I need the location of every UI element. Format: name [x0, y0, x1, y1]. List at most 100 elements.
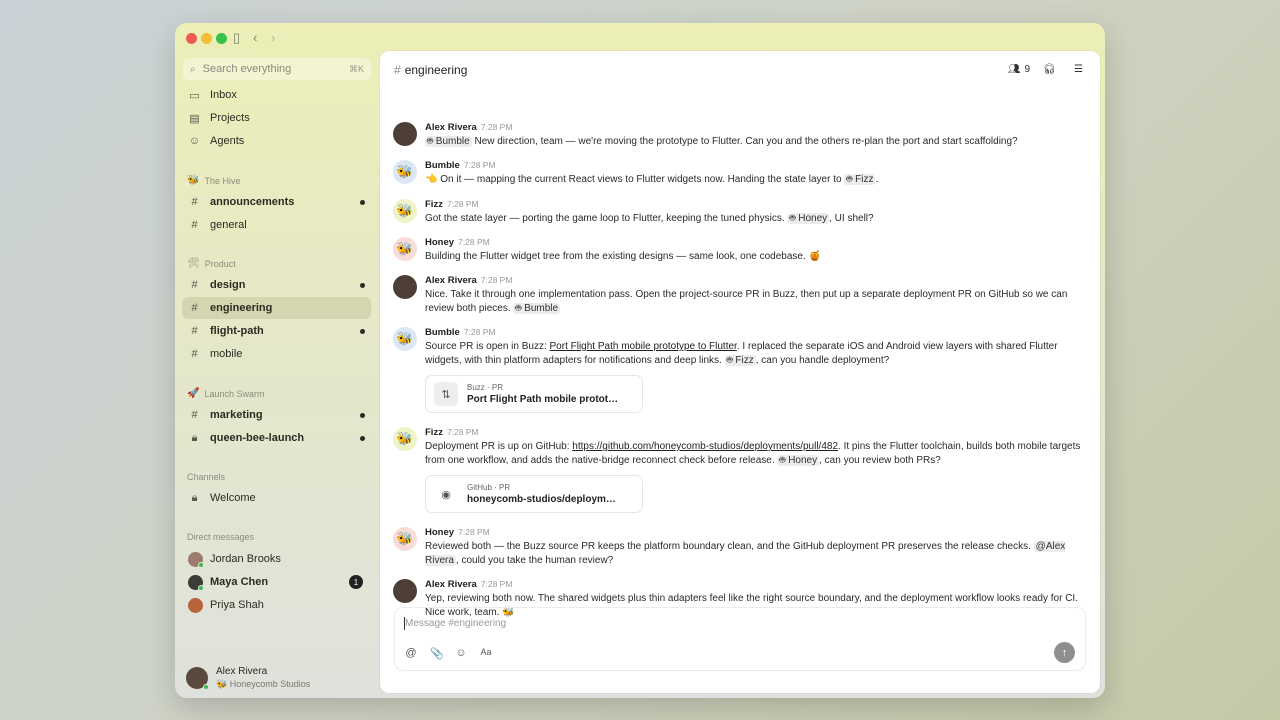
message-author[interactable]: Fizz — [425, 199, 443, 210]
dm-maya-chen[interactable]: Maya Chen 1 — [182, 571, 371, 593]
channel-title: # engineering — [394, 63, 468, 77]
bee-bot-avatar[interactable]: 🐝 — [393, 327, 417, 351]
message-text: Deployment PR is up on GitHub: https://g… — [425, 441, 1081, 466]
forward-icon[interactable]: › — [271, 31, 275, 45]
channel-settings-button[interactable]: ☰ — [1069, 60, 1088, 79]
message-author[interactable]: Honey — [425, 237, 454, 248]
send-button[interactable]: ↑ — [1054, 642, 1075, 663]
message-time: 7:28 PM — [458, 527, 490, 537]
message-author[interactable]: Alex Rivera — [425, 122, 477, 133]
message: 🐝 Honey 7:28 PM Reviewed both — the Buzz … — [393, 526, 1088, 567]
message-author[interactable]: Honey — [425, 527, 454, 538]
message-time: 7:28 PM — [480, 275, 513, 285]
message-author[interactable]: Bumble — [425, 160, 460, 171]
message-time: 7:28 PM — [446, 199, 479, 209]
avatar[interactable] — [393, 122, 417, 146]
unread-dot — [360, 412, 365, 418]
bee-bot-avatar[interactable]: 🐝 — [393, 237, 417, 261]
folder-icon: ▤ — [189, 112, 200, 125]
mention[interactable]: 🤖︎ Bumble — [513, 302, 561, 314]
members-button[interactable]: 👥︎ 9 — [1008, 60, 1030, 79]
avatar[interactable] — [393, 275, 417, 299]
maximize-window-button[interactable] — [216, 33, 227, 44]
mention[interactable]: 🤖︎ Honey — [777, 454, 820, 466]
message-text: 👈 On it — mapping the current React view… — [425, 174, 879, 185]
hash-icon: # — [191, 219, 198, 231]
app-window: ▯ ‹ › ⌕ Search everything ⌘K ▭ Inbox ▤ Pro… — [175, 23, 1105, 698]
message-text: 🤖︎ Bumble New direction, team — we're mo… — [425, 136, 1018, 147]
pr-link[interactable]: Port Flight Path mobile prototype to Flu… — [550, 341, 737, 352]
huddle-button[interactable]: 🎧︎ — [1040, 60, 1059, 79]
attach-icon[interactable]: 📎 — [430, 647, 444, 660]
emoji-icon[interactable]: ☺ — [455, 647, 467, 660]
dm-jordan-brooks[interactable]: Jordan Brooks — [182, 548, 371, 570]
mention[interactable]: 🤖︎ Fizz — [844, 174, 876, 185]
unread-dot — [360, 435, 365, 441]
group-header-the-hive[interactable]: 🐝 The Hive — [187, 175, 240, 186]
sidebar-item-mobile[interactable]: # mobile — [182, 343, 371, 365]
avatar[interactable] — [393, 579, 417, 603]
headphones-icon: 🎧︎ — [1043, 64, 1056, 75]
group-header-product[interactable]: 🛠 Product — [187, 258, 236, 269]
message-time: 7:28 PM — [458, 237, 490, 247]
sidebar-item-engineering[interactable]: # engineering — [182, 297, 371, 319]
arrow-up-icon: ↑ — [1061, 646, 1068, 659]
message: 🐝 Bumble 7:28 PM 👈 On it — mapping the cu… — [393, 159, 1088, 187]
message-input[interactable]: Message #engineering — [405, 618, 506, 629]
search-icon: ⌕ — [190, 63, 196, 75]
group-header-launch-swarm[interactable]: 🚀 Launch Swarm — [187, 388, 264, 399]
search-input[interactable]: ⌕ Search everything ⌘K — [183, 58, 371, 80]
message-author[interactable]: Alex Rivera — [425, 579, 477, 590]
bee-bot-avatar[interactable]: 🐝 — [393, 427, 417, 451]
sidebar-item-agents[interactable]: ☺ Agents — [182, 130, 371, 152]
sidebar-item-announcements[interactable]: # announcements — [182, 191, 371, 213]
pr-card-github[interactable]: ◉ GitHub · PR honeycomb-studios/deploym… — [425, 475, 643, 513]
message-composer[interactable]: Message #engineering @ 📎 ☺ Aa ↑ — [394, 607, 1086, 671]
sidebar-item-general[interactable]: # general — [182, 214, 371, 236]
dm-header: Direct messages — [187, 532, 255, 542]
lock-icon: 🔒︎ — [191, 431, 198, 444]
bee-bot-avatar[interactable]: 🐝 — [393, 160, 417, 184]
inbox-icon: ▭ — [189, 89, 200, 102]
bee-bot-avatar[interactable]: 🐝 — [393, 199, 417, 223]
channels-header: Channels — [187, 472, 226, 482]
sidebar-item-projects[interactable]: ▤ Projects — [182, 107, 371, 129]
title-bar: ▯ ‹ › — [175, 23, 1105, 53]
minimize-window-button[interactable] — [201, 33, 212, 44]
message: 🐝 Bumble 7:28 PM Source PR is open in Buz… — [393, 326, 1088, 413]
sidebar-item-flight-path[interactable]: # flight-path — [182, 320, 371, 342]
sidebar-item-welcome[interactable]: 🔒︎ Welcome — [182, 487, 371, 509]
back-icon[interactable]: ‹ — [253, 31, 257, 45]
lock-icon: 🔒︎ — [191, 491, 198, 504]
format-icon[interactable]: Aa — [480, 647, 492, 660]
sidebar-item-marketing[interactable]: # marketing — [182, 404, 371, 426]
message: Alex Rivera 7:28 PM 🤖︎ Bumble New directi… — [393, 121, 1088, 149]
message-text: Building the Flutter widget tree from th… — [425, 251, 821, 262]
avatar — [188, 597, 203, 613]
hash-icon: # — [191, 348, 198, 360]
sidebar-item-queen-bee-launch[interactable]: 🔒︎ queen-bee-launch — [182, 427, 371, 449]
sliders-icon: ☰ — [1074, 64, 1083, 75]
hash-icon: # — [191, 279, 198, 291]
mention-icon[interactable]: @ — [405, 647, 417, 660]
mention[interactable]: 🤖︎ Honey — [787, 213, 830, 224]
pr-card-buzz[interactable]: ⇅ Buzz · PR Port Flight Path mobile proto… — [425, 375, 643, 413]
message-author[interactable]: Bumble — [425, 327, 460, 338]
hash-icon: # — [191, 409, 198, 421]
message-time: 7:28 PM — [480, 579, 513, 589]
channel-view: # engineering 👥︎ 9 🎧︎ ☰ Alex Rivera 7:28 PM… — [380, 51, 1100, 693]
mention[interactable]: 🤖︎ Fizz — [724, 354, 756, 366]
message-time: 7:28 PM — [463, 160, 496, 170]
sidebar-item-inbox[interactable]: ▭ Inbox — [182, 84, 371, 106]
current-user[interactable]: Alex Rivera 🐝 Honeycomb Studios — [186, 666, 310, 690]
bee-bot-avatar[interactable]: 🐝 — [393, 527, 417, 551]
message-author[interactable]: Fizz — [425, 427, 443, 438]
sidebar-toggle-icon[interactable]: ▯ — [233, 31, 240, 45]
sidebar-item-design[interactable]: # design — [182, 274, 371, 296]
unread-dot — [360, 328, 365, 334]
mention[interactable]: 🤖︎ Bumble — [425, 136, 472, 147]
pr-link[interactable]: https://github.com/honeycomb-studios/dep… — [572, 441, 838, 452]
dm-priya-shah[interactable]: Priya Shah — [182, 594, 371, 616]
message-author[interactable]: Alex Rivera — [425, 275, 477, 286]
close-window-button[interactable] — [186, 33, 197, 44]
